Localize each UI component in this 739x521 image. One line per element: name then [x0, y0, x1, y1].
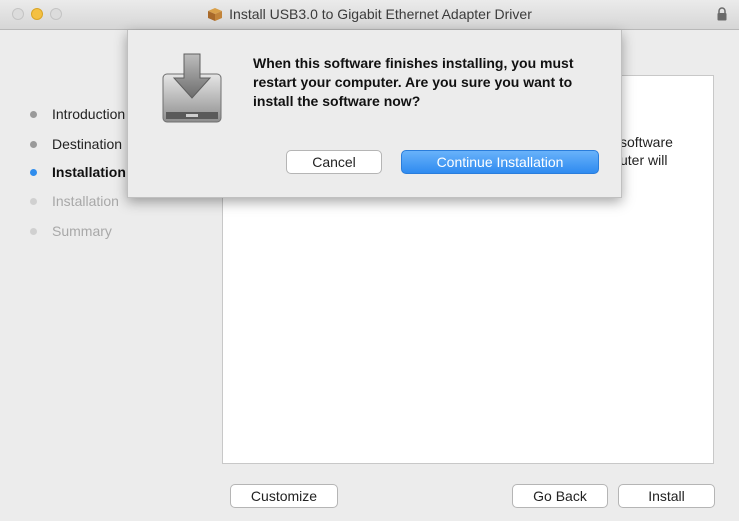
cancel-button[interactable]: Cancel	[286, 150, 382, 174]
content-text: software uter will	[620, 133, 673, 169]
step-label: Installation	[52, 164, 126, 180]
customize-button[interactable]: Customize	[230, 484, 338, 508]
step-dot	[30, 111, 37, 118]
restart-confirmation-sheet: When this software finishes installing, …	[127, 30, 622, 198]
window-title: Install USB3.0 to Gigabit Ethernet Adapt…	[229, 6, 532, 22]
step-dot	[30, 198, 37, 205]
step-label: Destination	[52, 136, 123, 152]
step-label: Installation	[52, 193, 119, 209]
content-line: software	[620, 134, 673, 150]
step-label: Summary	[52, 223, 112, 239]
window-title-wrap: Install USB3.0 to Gigabit Ethernet Adapt…	[0, 6, 739, 25]
step-dot	[30, 141, 37, 148]
sheet-message: When this software finishes installing, …	[253, 55, 574, 109]
content-line: uter will	[620, 152, 668, 168]
step-dot	[30, 228, 37, 235]
package-icon	[207, 7, 223, 25]
go-back-button[interactable]: Go Back	[512, 484, 608, 508]
step-dot	[30, 169, 37, 176]
install-button[interactable]: Install	[618, 484, 715, 508]
installer-download-icon	[160, 52, 224, 131]
lock-icon	[717, 7, 727, 26]
title-bar: Install USB3.0 to Gigabit Ethernet Adapt…	[0, 0, 739, 30]
continue-installation-button[interactable]: Continue Installation	[401, 150, 599, 174]
step-label: Introduction	[52, 106, 126, 122]
